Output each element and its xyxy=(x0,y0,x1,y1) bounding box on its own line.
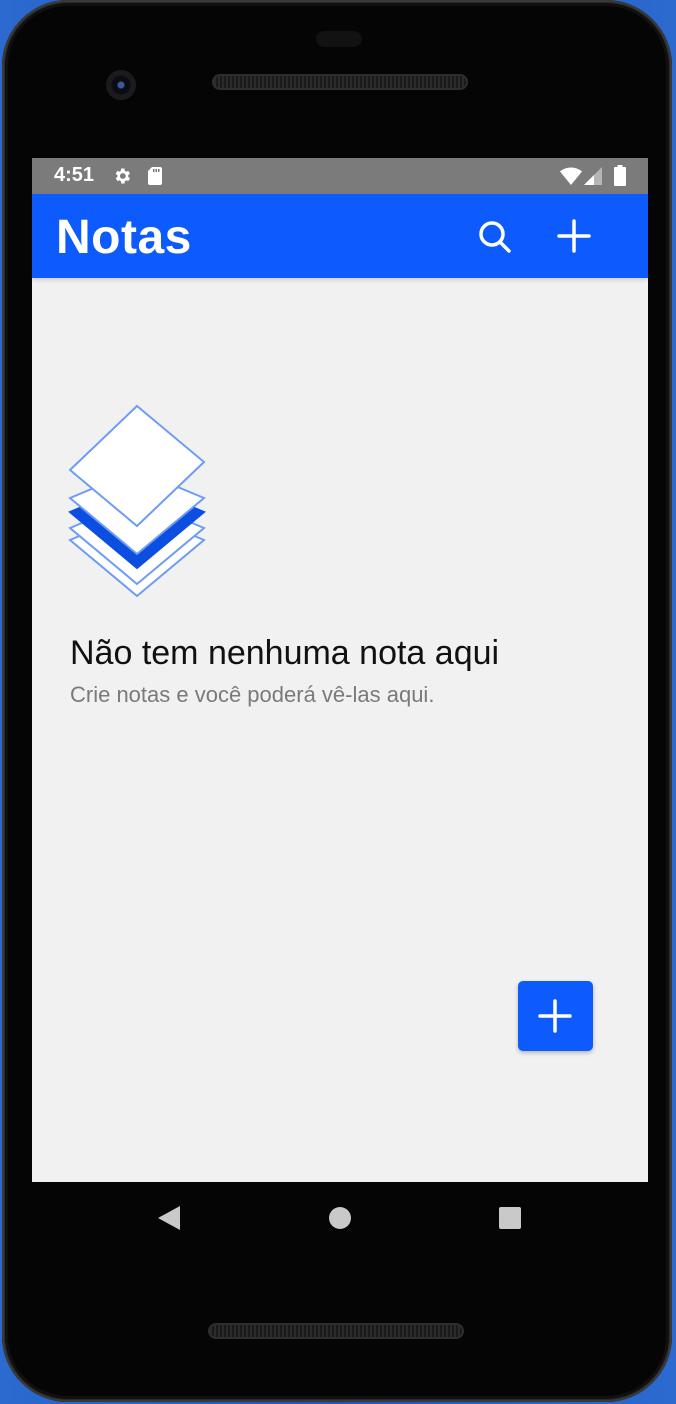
top-speaker xyxy=(212,74,468,90)
app-bar: Notas xyxy=(32,194,648,278)
status-time: 4:51 xyxy=(54,164,95,186)
bottom-speaker xyxy=(208,1323,464,1339)
screen: 4:51 Notas Não tem nenhuma nota aqui Cri… xyxy=(32,158,648,1182)
status-bar: 4:51 xyxy=(32,158,648,194)
app-title: Notas xyxy=(56,211,192,264)
add-note-button[interactable] xyxy=(518,981,593,1051)
gear-icon xyxy=(115,168,130,184)
empty-state-title: Não tem nenhuma nota aqui xyxy=(70,634,500,672)
add-icon xyxy=(538,999,572,1033)
recents-icon[interactable] xyxy=(499,1207,521,1229)
wifi-icon xyxy=(560,167,582,185)
signal-icon xyxy=(584,167,602,185)
front-camera xyxy=(106,70,136,100)
home-icon[interactable] xyxy=(329,1207,351,1229)
phone-frame: 4:51 Notas Não tem nenhuma nota aqui Cri… xyxy=(2,0,672,1402)
add-icon[interactable] xyxy=(554,216,594,256)
empty-state-subtitle: Crie notas e você poderá vê-las aqui. xyxy=(70,682,435,707)
sd-card-icon xyxy=(148,167,162,185)
back-icon[interactable] xyxy=(156,1204,182,1232)
battery-icon xyxy=(614,165,626,186)
stacked-layers-icon xyxy=(68,404,206,598)
proximity-sensor xyxy=(316,31,362,47)
search-icon[interactable] xyxy=(474,216,514,256)
